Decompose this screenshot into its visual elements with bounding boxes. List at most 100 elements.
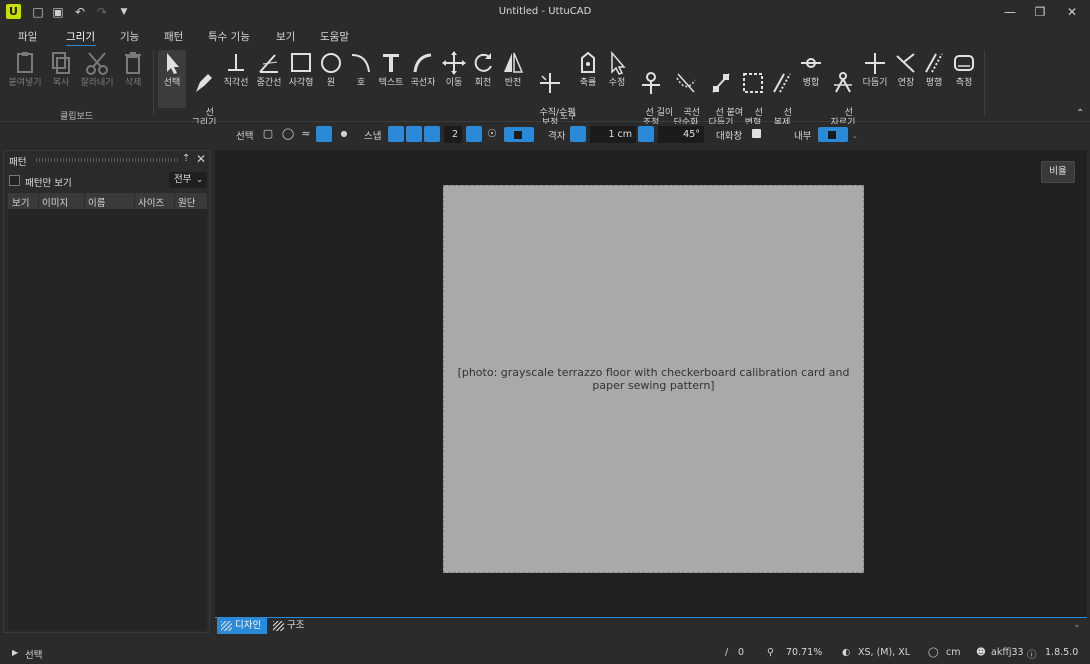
rotate-tool[interactable]: 회전: [470, 50, 496, 88]
snap-endpoint-toggle[interactable]: [388, 126, 404, 142]
restore-icon[interactable]: ❐: [1026, 3, 1054, 21]
extend-tool[interactable]: 연장: [892, 50, 920, 88]
snap-midpoint-toggle[interactable]: [424, 126, 440, 142]
grid-size-field[interactable]: 1 cm: [590, 126, 636, 143]
close-icon[interactable]: ✕: [1058, 3, 1086, 21]
snap-toggle[interactable]: [504, 127, 534, 142]
scale-tool[interactable]: 축률: [575, 50, 601, 88]
snap-curve-toggle[interactable]: [466, 126, 482, 142]
group-separator: [153, 50, 154, 116]
delete-button[interactable]: 삭제: [120, 50, 146, 88]
options-more-icon[interactable]: ⌄: [852, 132, 858, 140]
pin-icon[interactable]: ⇡: [182, 153, 190, 164]
username[interactable]: akffj33: [991, 647, 1024, 658]
rectangle-label: 사각형: [288, 78, 314, 88]
midline-label: 중간선: [256, 78, 282, 88]
column-size[interactable]: 사이즈: [138, 195, 164, 209]
pattern-list[interactable]: [8, 209, 207, 631]
menu-bar: 파일 그리기 기능 패턴 특수 기능 보기 도움말: [0, 26, 1090, 47]
point-icon[interactable]: ●: [336, 126, 352, 142]
grid-toggle[interactable]: [570, 126, 586, 142]
mirror-tool[interactable]: 반전: [499, 50, 527, 88]
curve-ruler-tool[interactable]: 곡선자: [408, 50, 438, 88]
paste-icon: [17, 52, 33, 73]
angle-field[interactable]: 45°: [658, 126, 704, 143]
column-divider: [84, 193, 85, 209]
rectangle-tool[interactable]: 사각형: [286, 50, 316, 88]
size-icon: ◐: [842, 647, 851, 658]
tabs-chevron-icon[interactable]: ⌄: [1073, 620, 1081, 630]
collapse-ribbon-icon[interactable]: ⌃: [1076, 108, 1084, 119]
polyline-icon[interactable]: ≈: [298, 126, 314, 142]
mirror-label: 반전: [504, 78, 522, 88]
filter-dropdown[interactable]: 전부 ⌄: [169, 172, 207, 188]
menu-file[interactable]: 파일: [18, 29, 37, 44]
merge-tool[interactable]: 병합: [798, 50, 824, 88]
extend-label: 연장: [897, 78, 915, 88]
pattern-only-checkbox[interactable]: [9, 175, 20, 186]
user-icon: ☻: [976, 647, 986, 658]
line-select-toggle[interactable]: [316, 126, 332, 142]
tools-group-label: 도구: [560, 112, 577, 122]
angle-toggle[interactable]: [638, 126, 654, 142]
minimize-icon[interactable]: —: [996, 3, 1024, 21]
zoom-icon[interactable]: ⚲: [767, 647, 774, 658]
line-copy-icon: [773, 73, 791, 93]
edit-tool[interactable]: 수정: [604, 50, 630, 88]
trim-tool[interactable]: 다듬기: [860, 50, 890, 88]
text-tool[interactable]: 텍스트: [376, 50, 406, 88]
select-tool[interactable]: 선택: [158, 50, 186, 108]
info-icon[interactable]: ⓘ: [1027, 647, 1037, 661]
trash-icon: [125, 52, 141, 74]
rotate-label: 회전: [474, 78, 492, 88]
inside-toggle[interactable]: [818, 127, 848, 142]
parallel-tool[interactable]: 평행: [921, 50, 947, 88]
copy-button[interactable]: 복사: [48, 50, 74, 88]
midline-tool[interactable]: 중간선: [253, 50, 285, 88]
snap-value-field[interactable]: 2: [444, 126, 462, 143]
menu-pattern[interactable]: 패턴: [164, 29, 183, 44]
chevron-down-icon: ⌄: [196, 175, 203, 184]
tab-structure-label: 구조: [287, 620, 305, 631]
column-name[interactable]: 이름: [88, 195, 105, 209]
cut-button[interactable]: 잘라내기: [78, 50, 116, 88]
column-fabric[interactable]: 원단: [178, 195, 195, 209]
tab-design[interactable]: 디자인: [217, 618, 268, 634]
cursor-icon: ▶: [12, 648, 19, 657]
dialog-toggle[interactable]: [752, 129, 761, 138]
ratio-button[interactable]: 비율: [1041, 161, 1075, 183]
copy-label: 복사: [52, 78, 70, 88]
image-icon[interactable]: ▢: [260, 126, 276, 142]
menu-special[interactable]: 특수 기능: [208, 29, 250, 44]
attach-trim-icon: [712, 73, 730, 93]
snap-center-icon[interactable]: ☉: [484, 126, 500, 142]
paste-button[interactable]: 붙여넣기: [6, 50, 44, 88]
unit[interactable]: cm: [946, 647, 960, 658]
pattern-piece-icon[interactable]: ◯: [280, 126, 296, 142]
panel-grip[interactable]: [36, 158, 178, 162]
right-angle-tool[interactable]: 직각선: [220, 50, 252, 88]
options-bar: 선택 ▢ ◯ ≈ ● 스냅 2 ☉ 격자 1 cm 45° 대화창 내부 ⌄: [0, 124, 1090, 146]
circle-tool[interactable]: 원: [318, 50, 344, 88]
background-photo[interactable]: [photo: grayscale terrazzo floor with ch…: [443, 185, 864, 573]
measure-tool[interactable]: 측정: [950, 50, 978, 88]
circle-icon: [321, 53, 341, 73]
size-range[interactable]: XS, (M), XL: [858, 647, 910, 658]
move-tool[interactable]: 이동: [441, 50, 467, 88]
menu-help[interactable]: 도움말: [320, 29, 349, 44]
ribbon: 붙여넣기 복사 잘라내기 삭제 클립보드 선택 선 그리기 직각선 중간선 사각…: [0, 46, 1090, 128]
snap-intersection-toggle[interactable]: [406, 126, 422, 142]
curve-ruler-icon: [413, 53, 432, 73]
tab-structure[interactable]: 구조: [269, 618, 310, 634]
close-icon[interactable]: ✕: [196, 152, 206, 166]
measure-label: 측정: [955, 78, 973, 88]
arc-label: 호: [356, 78, 366, 88]
menu-draw[interactable]: 그리기: [66, 29, 95, 44]
menu-functions[interactable]: 기능: [120, 29, 139, 44]
column-view[interactable]: 보기: [12, 195, 29, 209]
merge-label: 병합: [802, 78, 820, 88]
menu-view[interactable]: 보기: [276, 29, 295, 44]
column-image[interactable]: 이미지: [42, 195, 68, 209]
arc-tool[interactable]: 호: [348, 50, 374, 88]
zoom-level[interactable]: 70.71%: [786, 647, 822, 658]
